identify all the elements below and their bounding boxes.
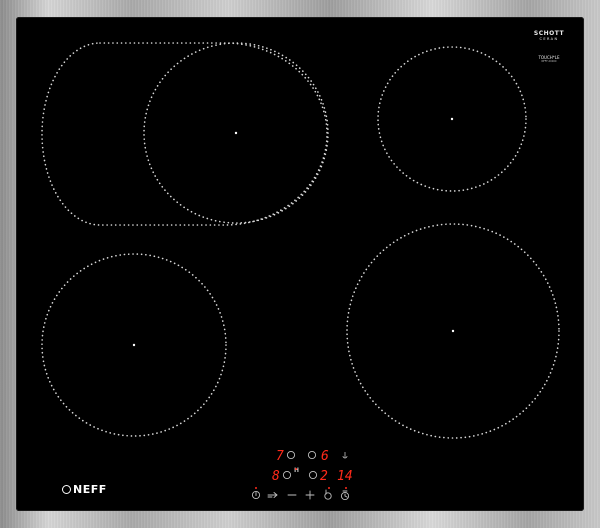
timer-icon[interactable] <box>340 490 350 501</box>
cooktop-surface: 7 6 H 8 2 14 <box>41 42 560 501</box>
rear-right-zone-center-dot <box>450 117 454 121</box>
front-left-active-dot <box>295 468 297 470</box>
rear-right-zone-select-icon[interactable] <box>307 450 317 460</box>
front-right-zone-select-icon[interactable] <box>308 470 318 480</box>
power-led <box>255 487 257 489</box>
neff-logo: NEFF <box>62 483 107 496</box>
rear-left-display: 7 <box>276 449 284 464</box>
plus-icon[interactable] <box>305 490 315 500</box>
lock-led <box>328 487 330 489</box>
neff-brand-text: NEFF <box>73 483 107 496</box>
rear-right-display: 6 <box>321 449 329 464</box>
control-panel: 7 6 H 8 2 14 <box>251 449 353 501</box>
flex-indicator: H <box>294 467 299 474</box>
lock-icon[interactable] <box>324 489 332 500</box>
timer-display: 14 <box>337 469 353 484</box>
neff-ring-icon <box>62 485 71 494</box>
rear-left-zone-center-dot <box>234 131 238 135</box>
timer-led <box>345 487 347 489</box>
front-left-display: 8 <box>272 469 280 484</box>
schott-ceran-logo: SCHOTT CERAN TOUCH*LE NFFF-20000 <box>524 30 574 63</box>
rear-right-hob-icon <box>342 452 348 459</box>
rear-left-zone-select-icon[interactable] <box>286 450 296 460</box>
power-icon[interactable] <box>251 490 261 500</box>
rear-left-flex-zone-outline <box>41 42 328 226</box>
front-right-zone-center-dot <box>451 329 455 333</box>
ceran-text: CERAN <box>539 37 559 41</box>
schott-brand-text: SCHOTT <box>533 30 565 37</box>
flex-icon[interactable] <box>267 492 278 498</box>
front-left-zone-center-dot <box>132 343 136 347</box>
glass-fine-print: NFFF-20000 <box>541 60 557 63</box>
front-left-zone-select-icon[interactable] <box>282 470 292 480</box>
front-right-display: 2 <box>320 469 328 484</box>
